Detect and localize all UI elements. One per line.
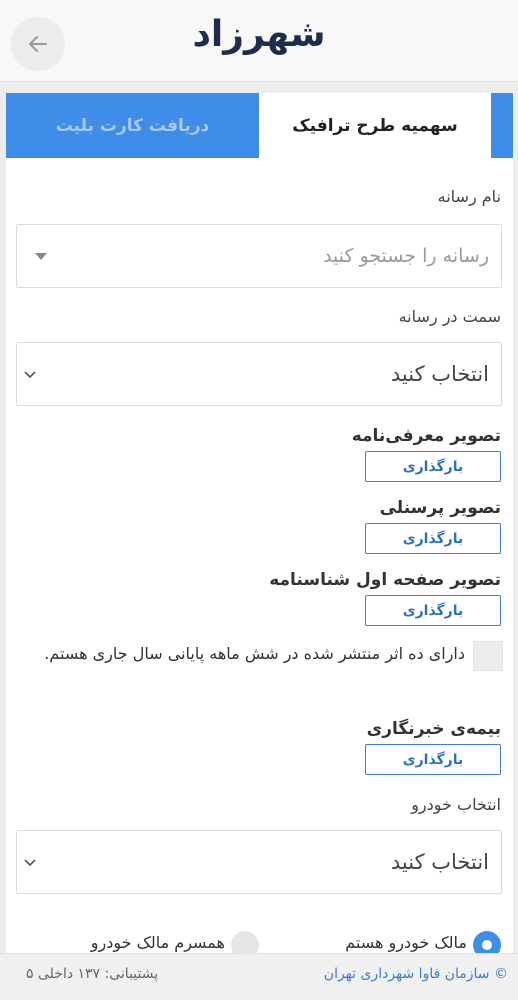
media-name-label: نام رسانه [437, 187, 501, 206]
id-first-page-label: تصویر صفحه اول شناسنامه [269, 570, 501, 590]
footer-org-link[interactable]: © سازمان فاوا شهرداری تهران [324, 954, 508, 994]
media-position-select[interactable]: انتخاب کنید [16, 342, 502, 406]
intro-letter-upload-button[interactable]: بارگذاری [365, 451, 501, 482]
app-logo: شهرزاد [192, 14, 326, 55]
car-select[interactable]: انتخاب کنید [16, 830, 502, 894]
intro-letter-label: تصویر معرفی‌نامه [351, 426, 501, 446]
personnel-photo-upload-button[interactable]: بارگذاری [365, 523, 501, 554]
page-footer: © سازمان فاوا شهرداری تهران پشتیبانی: ۱۳… [0, 953, 518, 1000]
id-first-page-upload-button[interactable]: بارگذاری [365, 595, 501, 626]
publications-checkbox[interactable] [473, 641, 503, 671]
media-position-label: سمت در رسانه [398, 307, 501, 326]
radio-car-owner-label: مالک خودرو هستم [345, 933, 467, 952]
tab-bar: سهمیه طرح ترافیک دریافت کارت بلیت [6, 93, 513, 158]
media-position-value: انتخاب کنید [390, 362, 489, 386]
select-car-label: انتخاب خودرو [411, 795, 501, 814]
personnel-photo-label: تصویر پرسنلی [379, 498, 501, 518]
form-card: سهمیه طرح ترافیک دریافت کارت بلیت نام رس… [6, 93, 513, 953]
radio-spouse-owner[interactable] [231, 931, 259, 953]
radio-spouse-owner-label: همسرم مالک خودرو [90, 933, 225, 952]
app-header: شهرزاد [0, 0, 518, 82]
tab-ticket-card[interactable]: دریافت کارت بلیت [6, 93, 259, 158]
publications-checkbox-label: دارای ده اثر منتشر شده در شش ماهه پایانی… [44, 644, 465, 663]
chevron-down-icon [24, 371, 36, 379]
footer-support-text: پشتیبانی: ۱۳۷ داخلی ۵ [26, 966, 159, 982]
media-search-select[interactable]: رسانه را جستجو کنید [16, 224, 502, 288]
caret-down-icon [35, 253, 47, 260]
press-insurance-upload-button[interactable]: بارگذاری [365, 744, 501, 775]
chevron-down-icon [24, 859, 36, 867]
media-search-placeholder: رسانه را جستجو کنید [323, 245, 489, 267]
tab-traffic-quota[interactable]: سهمیه طرح ترافیک [259, 93, 491, 158]
press-insurance-label: بیمه‌ی خبرنگاری [366, 719, 501, 739]
car-select-value: انتخاب کنید [390, 850, 489, 874]
radio-car-owner[interactable] [473, 931, 501, 953]
